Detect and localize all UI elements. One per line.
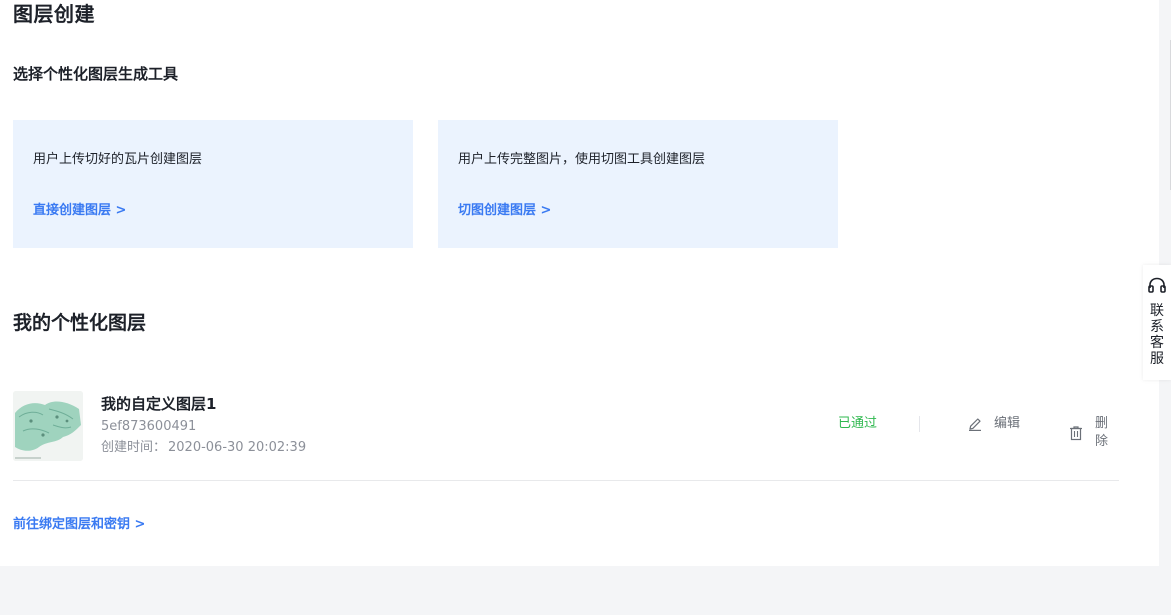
layer-name[interactable]: 我的自定义图层1 <box>101 394 216 414</box>
tool-card-description: 用户上传完整图片，使用切图工具创建图层 <box>458 152 706 167</box>
layer-thumbnail <box>13 391 83 461</box>
headset-icon <box>1147 276 1167 296</box>
page-title: 图层创建 <box>13 2 95 26</box>
customer-service-button[interactable]: 联系客服 <box>1143 265 1171 380</box>
bind-layer-key-link[interactable]: 前往绑定图层和密钥 > <box>13 516 145 534</box>
created-time-label: 创建时间： <box>101 440 167 455</box>
layer-list-item: 我的自定义图层1 5ef873600491 创建时间： 2020-06-30 20… <box>13 391 1119 481</box>
action-divider <box>919 416 920 432</box>
layer-created-time: 创建时间： 2020-06-30 20:02:39 <box>101 439 306 457</box>
edit-label: 编辑 <box>994 416 1021 431</box>
delete-button[interactable]: 删除 <box>1068 415 1119 451</box>
pencil-icon <box>967 416 983 432</box>
tool-card-direct: 用户上传切好的瓦片创建图层 直接创建图层 > <box>13 120 413 248</box>
tool-card-description: 用户上传切好的瓦片创建图层 <box>33 152 203 167</box>
direct-create-layer-link[interactable]: 直接创建图层 > <box>33 202 126 220</box>
edit-button[interactable]: 编辑 <box>967 415 1020 433</box>
status-badge: 已通过 <box>838 416 878 431</box>
slice-create-layer-link[interactable]: 切图创建图层 > <box>458 202 551 220</box>
layer-id: 5ef873600491 <box>101 419 197 434</box>
tools-section-subtitle: 选择个性化图层生成工具 <box>13 65 179 83</box>
my-layers-title: 我的个性化图层 <box>13 312 147 334</box>
trash-icon <box>1068 425 1084 441</box>
main-panel: 图层创建 选择个性化图层生成工具 用户上传切好的瓦片创建图层 直接创建图层 > … <box>0 0 1159 566</box>
created-time-value: 2020-06-30 20:02:39 <box>168 440 307 455</box>
customer-service-label: 联系客服 <box>1150 303 1164 367</box>
delete-label: 删除 <box>1095 416 1109 449</box>
tool-card-slice: 用户上传完整图片，使用切图工具创建图层 切图创建图层 > <box>438 120 838 248</box>
